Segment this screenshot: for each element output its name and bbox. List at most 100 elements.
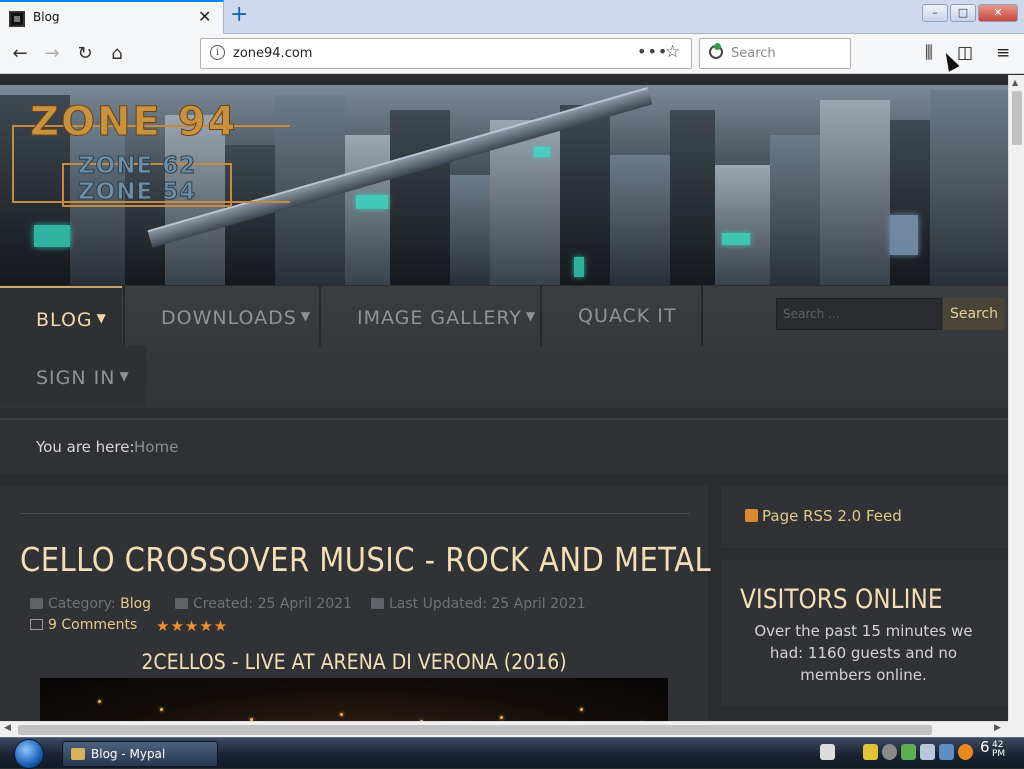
menu-item-quack-it[interactable]: QUACK IT xyxy=(542,286,701,346)
comment-icon xyxy=(30,619,43,630)
calendar-icon xyxy=(371,598,384,609)
site-search-button[interactable]: Search xyxy=(943,298,1005,330)
breadcrumb: You are here: Home xyxy=(0,418,1008,474)
blog-article: CELLO CROSSOVER MUSIC - ROCK AND METAL C… xyxy=(0,486,711,721)
hamburger-menu-icon[interactable]: ≡ xyxy=(996,43,1010,63)
back-arrow-icon[interactable]: ← xyxy=(8,42,32,66)
breadcrumb-home-link[interactable]: Home xyxy=(134,438,178,456)
site-favicon-icon xyxy=(9,11,25,27)
web-page: ZONE 94 ZONE 62 ZONE 54 BLOG ▼ DOWNLOADS ▼… xyxy=(0,75,1008,721)
article-updated: Last Updated: 25 April 2021 xyxy=(371,596,586,612)
visitors-panel: VISITORS ONLINE Over the past 15 minutes… xyxy=(721,560,1008,706)
start-button[interactable] xyxy=(10,738,50,769)
menu-item-label: QUACK IT xyxy=(578,305,677,327)
main-menu: BLOG ▼ DOWNLOADS ▼ IMAGE GALLERY ▼ QUACK IT… xyxy=(0,286,1008,408)
bookmark-star-icon[interactable]: ☆ xyxy=(665,42,680,62)
window-controls: – □ ✕ xyxy=(922,4,1018,22)
folder-icon xyxy=(30,598,43,609)
tab-blog[interactable]: Blog ✕ xyxy=(0,0,224,34)
home-icon[interactable]: ⌂ xyxy=(105,42,129,66)
rating-stars[interactable]: ★★★★★ xyxy=(156,617,228,635)
keyboard-icon[interactable] xyxy=(820,744,835,760)
embedded-video[interactable] xyxy=(40,678,668,721)
menu-item-image-gallery[interactable]: IMAGE GALLERY ▼ xyxy=(321,286,540,346)
category-label: Category: xyxy=(48,596,116,612)
system-clock[interactable]: 6 42 PM xyxy=(980,738,1005,759)
minimize-button[interactable]: – xyxy=(922,4,948,22)
site-search-input[interactable]: Search ... xyxy=(776,298,942,330)
visitors-title: VISITORS ONLINE xyxy=(740,584,943,615)
sidebar-toggle-icon[interactable]: ◫ xyxy=(957,43,973,63)
rss-icon xyxy=(745,509,758,522)
tab-title: Blog xyxy=(33,10,60,24)
url-text[interactable]: zone94.com xyxy=(233,46,312,61)
search-icon[interactable] xyxy=(958,744,973,760)
menu-item-sign-in[interactable]: SIGN IN ▼ xyxy=(0,346,146,406)
comments-link[interactable]: 9 Comments xyxy=(30,617,137,633)
menu-item-blog[interactable]: BLOG ▼ xyxy=(0,286,122,346)
reload-icon[interactable]: ↻ xyxy=(73,42,97,66)
address-bar[interactable]: i zone94.com ••• ☆ xyxy=(200,38,692,69)
browser-search-placeholder: Search xyxy=(731,46,776,61)
rss-feed-link[interactable]: Page RSS 2.0 Feed xyxy=(745,507,902,525)
horizontal-scroll-thumb[interactable] xyxy=(18,725,932,735)
gear-icon[interactable] xyxy=(882,744,897,760)
close-tab-icon[interactable]: ✕ xyxy=(198,8,211,26)
article-created: Created: 25 April 2021 xyxy=(175,596,352,612)
updated-date: Last Updated: 25 April 2021 xyxy=(389,596,586,612)
scroll-corner xyxy=(1008,721,1024,737)
scroll-right-icon[interactable]: ▶ xyxy=(994,723,1001,733)
caret-down-icon: ▼ xyxy=(525,309,537,323)
network-icon[interactable] xyxy=(901,744,916,760)
scroll-left-icon[interactable]: ◀ xyxy=(4,723,11,733)
menu-item-label: DOWNLOADS xyxy=(161,307,297,329)
site-info-icon[interactable]: i xyxy=(210,45,225,60)
tab-strip: Blog ✕ + – □ ✕ xyxy=(0,0,1024,34)
comments-count: 9 Comments xyxy=(48,617,138,633)
article-category: Category: Blog xyxy=(30,596,151,612)
article-title[interactable]: CELLO CROSSOVER MUSIC - ROCK AND METAL xyxy=(20,540,711,579)
mypal-icon xyxy=(71,748,85,760)
clock-hour: 6 xyxy=(980,738,990,756)
caret-down-icon: ▼ xyxy=(119,369,130,383)
library-icon[interactable]: ⫼ xyxy=(925,43,933,63)
caret-down-icon: ▼ xyxy=(96,311,107,325)
logo-subtitle-2: ZONE 54 xyxy=(77,179,197,206)
browser-search-field[interactable]: Search xyxy=(699,38,851,69)
display-icon[interactable] xyxy=(920,744,935,760)
system-tray xyxy=(820,744,973,760)
windows-taskbar: Blog - Mypal 6 42 PM xyxy=(0,737,1024,769)
category-link[interactable]: Blog xyxy=(120,596,151,612)
taskbar-mypal-button[interactable]: Blog - Mypal xyxy=(62,741,218,767)
scroll-up-icon[interactable]: ▲ xyxy=(1012,78,1018,87)
rss-label: Page RSS 2.0 Feed xyxy=(762,507,902,525)
shield-icon[interactable] xyxy=(863,744,878,760)
divider xyxy=(20,513,690,514)
caret-down-icon: ▼ xyxy=(300,309,312,323)
menu-item-downloads[interactable]: DOWNLOADS ▼ xyxy=(125,286,319,346)
new-tab-button[interactable]: + xyxy=(230,3,248,27)
monitor-icon[interactable] xyxy=(939,744,954,760)
created-date: Created: 25 April 2021 xyxy=(193,596,352,612)
windows-logo-icon xyxy=(14,739,44,769)
calendar-icon xyxy=(175,598,188,609)
vertical-scroll-thumb[interactable] xyxy=(1012,91,1022,145)
maximize-button[interactable]: □ xyxy=(950,4,976,22)
forward-arrow-icon[interactable]: → xyxy=(40,42,64,66)
close-window-button[interactable]: ✕ xyxy=(978,4,1018,22)
site-logo[interactable]: ZONE 94 xyxy=(29,99,237,146)
logo-subtitle-1: ZONE 62 xyxy=(77,153,197,180)
visitors-text: Over the past 15 minutes we had: 1160 gu… xyxy=(754,622,973,684)
menu-item-label: BLOG xyxy=(36,309,93,331)
horizontal-scrollbar[interactable]: ◀ ▶ xyxy=(0,721,1008,737)
rss-panel: Page RSS 2.0 Feed xyxy=(721,486,1008,548)
taskbar-label: Blog - Mypal xyxy=(91,747,166,761)
navigation-toolbar: ← → ↻ ⌂ i zone94.com ••• ☆ Search ⫼ ◫ ≡ xyxy=(0,34,1024,74)
search-engine-icon xyxy=(709,43,723,59)
vertical-scrollbar[interactable]: ▲ xyxy=(1008,75,1024,721)
video-title: 2CELLOS - LIVE AT ARENA DI VERONA (2016) xyxy=(141,650,567,674)
clock-minutes: 42 PM xyxy=(992,740,1006,759)
page-actions-icon[interactable]: ••• xyxy=(637,42,668,61)
menu-item-label: IMAGE GALLERY xyxy=(357,307,522,329)
site-banner: ZONE 94 ZONE 62 ZONE 54 xyxy=(0,85,1008,285)
